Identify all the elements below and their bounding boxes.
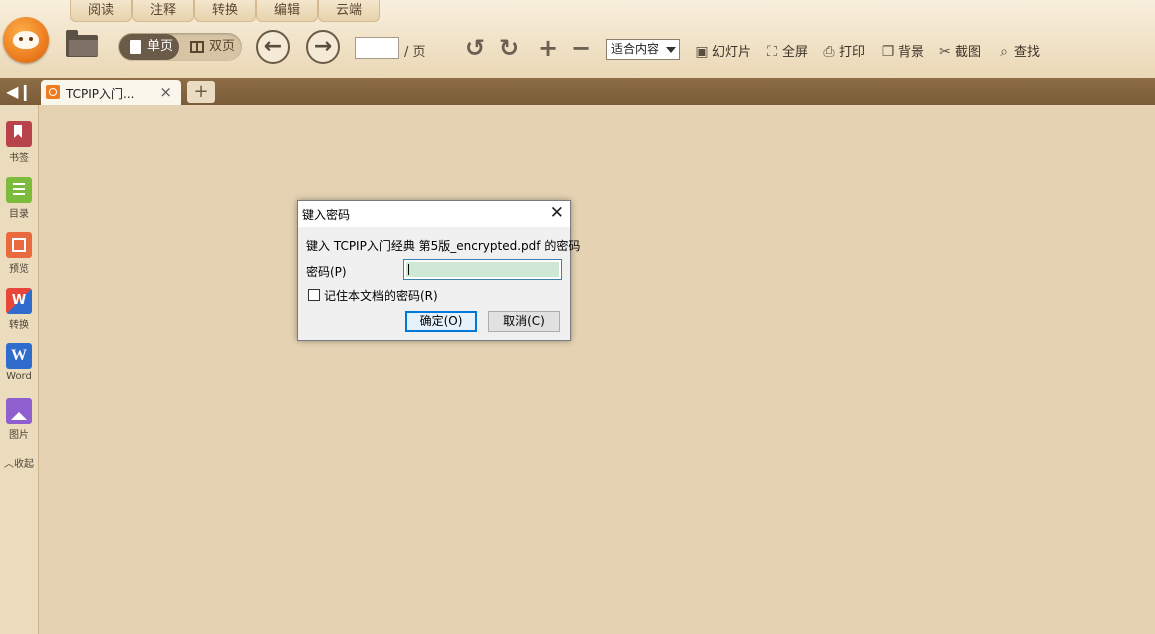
search-button[interactable]: ⌕ 查找 (996, 41, 1040, 60)
next-page-arrow-icon[interactable]: → (306, 30, 340, 64)
background-label: 背景 (898, 45, 925, 60)
sidebar-collapse-label: 收起 (14, 459, 34, 470)
dual-page-button[interactable]: 双页 (181, 34, 241, 60)
app-logo-icon[interactable] (3, 17, 49, 63)
dialog-message: 键入 TCPIP入门经典 第5版_encrypted.pdf 的密码 (306, 239, 581, 253)
dual-page-icon (190, 41, 204, 53)
left-sidebar: 书签 目录 预览 W 转换 W Word 图片 ︿收起 (0, 105, 39, 634)
dialog-titlebar[interactable]: 键入密码 ✕ (298, 201, 570, 227)
print-button[interactable]: ⎙ 打印 (821, 41, 865, 60)
password-dialog: 键入密码 ✕ 键入 TCPIP入门经典 第5版_encrypted.pdf 的密… (297, 200, 580, 341)
text-caret (408, 264, 409, 275)
menu-tab-annotate[interactable]: 注释 (132, 0, 194, 22)
logo-eye (19, 37, 23, 41)
zoom-selected-value: 适合内容 (611, 42, 660, 56)
top-toolbar: 阅读 注释 转换 编辑 云端 单页 双页 ← → / 页 ↺ ↻ + − 适合内… (0, 0, 1155, 79)
document-viewport[interactable] (39, 105, 1155, 634)
dual-page-label: 双页 (209, 39, 236, 54)
image-icon (6, 398, 32, 424)
sidebar-item-bookmark[interactable]: 书签 (0, 121, 38, 164)
menu-tab-read[interactable]: 阅读 (70, 0, 132, 22)
zoom-in-icon[interactable]: + (538, 35, 558, 61)
sidebar-item-convert[interactable]: W 转换 (0, 288, 38, 331)
fullscreen-icon: ⛶ (767, 44, 777, 60)
single-page-icon (130, 40, 141, 54)
cancel-button[interactable]: 取消(C) (488, 311, 560, 332)
print-label: 打印 (839, 45, 866, 60)
chevron-up-icon: ︿ (4, 459, 14, 470)
sidebar-item-label: 预览 (9, 264, 29, 275)
menu-tab-convert[interactable]: 转换 (194, 0, 256, 22)
background-icon: ❐ (881, 44, 895, 60)
background-button[interactable]: ❐ 背景 (880, 41, 924, 60)
new-tab-button[interactable]: + (187, 81, 215, 103)
rotate-left-icon[interactable]: ↺ (465, 35, 485, 61)
search-icon: ⌕ (1000, 44, 1008, 60)
open-folder-icon[interactable] (66, 30, 98, 57)
bookmark-icon (6, 121, 32, 147)
password-input[interactable] (403, 259, 562, 280)
single-page-label: 单页 (147, 39, 174, 54)
screenshot-label: 截图 (955, 45, 982, 60)
prev-page-arrow-icon[interactable]: ← (256, 30, 290, 64)
slideshow-label: 幻灯片 (712, 45, 752, 60)
menu-tab-edit[interactable]: 编辑 (256, 0, 318, 22)
rotate-right-icon[interactable]: ↻ (499, 35, 519, 61)
slideshow-icon: ▣ (695, 44, 709, 60)
password-label: 密码(P) (306, 265, 347, 279)
logo-eye (29, 37, 33, 41)
sidebar-item-image[interactable]: 图片 (0, 398, 38, 441)
print-icon: ⎙ (823, 44, 835, 60)
sidebar-item-label: Word (6, 371, 32, 382)
page-suffix: / 页 (404, 45, 426, 60)
pdf-file-icon (46, 85, 60, 99)
preview-icon (6, 232, 32, 258)
sidebar-item-preview[interactable]: 预览 (0, 232, 38, 275)
dialog-title: 键入密码 (302, 208, 351, 222)
sidebar-item-label: 图片 (9, 430, 29, 441)
menu-tab-cloud[interactable]: 云端 (318, 0, 380, 22)
close-tab-icon[interactable]: × (159, 83, 172, 101)
scissors-icon: ✂ (939, 44, 951, 60)
fullscreen-button[interactable]: ⛶ 全屏 (764, 41, 808, 60)
document-tab-label: TCPIP入门... (66, 87, 135, 101)
zoom-select[interactable]: 适合内容 (606, 39, 680, 60)
search-label: 查找 (1014, 45, 1041, 60)
page-view-toggle: 单页 双页 (118, 33, 242, 61)
remember-password-checkbox[interactable] (308, 289, 320, 301)
zoom-out-icon[interactable]: − (571, 35, 591, 61)
document-tab-bar: ◀❙ TCPIP入门... × + (0, 78, 1155, 105)
word-icon: W (6, 343, 32, 369)
sidebar-toggle-icon[interactable]: ◀❙ (0, 78, 38, 105)
sidebar-item-label: 转换 (9, 320, 29, 331)
sidebar-collapse-button[interactable]: ︿收起 (0, 455, 38, 470)
screenshot-button[interactable]: ✂ 截图 (937, 41, 981, 60)
fullscreen-label: 全屏 (782, 45, 809, 60)
sidebar-item-label: 目录 (9, 209, 29, 220)
remember-password-label[interactable]: 记住本文档的密码(R) (324, 287, 438, 304)
logo-face (13, 31, 39, 49)
slideshow-button[interactable]: ▣ 幻灯片 (694, 41, 751, 60)
password-input-field[interactable] (406, 262, 559, 277)
convert-icon: W (6, 288, 32, 314)
ok-button[interactable]: 确定(O) (405, 311, 477, 332)
sidebar-item-word[interactable]: W Word (0, 343, 38, 382)
page-number-input[interactable] (355, 37, 399, 59)
document-tab[interactable]: TCPIP入门... × (41, 80, 181, 105)
sidebar-item-label: 书签 (9, 153, 29, 164)
close-icon[interactable]: ✕ (550, 203, 564, 223)
single-page-button[interactable]: 单页 (119, 34, 179, 60)
chevron-down-icon (666, 47, 676, 53)
toc-icon (6, 177, 32, 203)
sidebar-item-toc[interactable]: 目录 (0, 177, 38, 220)
